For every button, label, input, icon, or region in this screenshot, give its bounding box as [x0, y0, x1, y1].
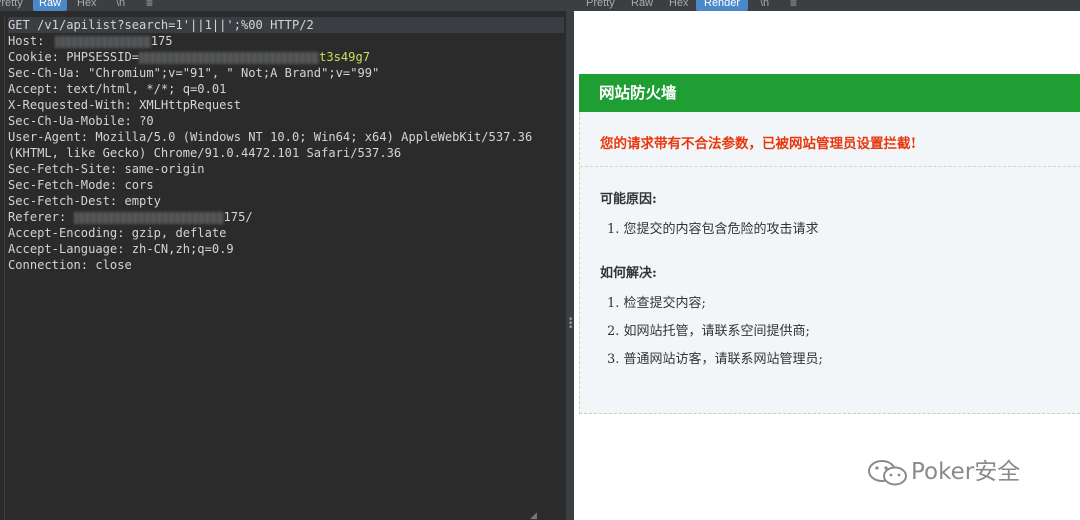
header-value: zh-CN,zh;q=0.9	[131, 242, 234, 256]
header-key: Host:	[8, 34, 52, 48]
header-value: close	[95, 258, 132, 272]
header-value: text/html, */*; q=0.01	[66, 82, 227, 96]
header-key: User-Agent:	[8, 130, 96, 144]
header-key: Sec-Fetch-Dest:	[8, 194, 125, 208]
request-line-text: GET /v1/apilist?search=1'||1||';%00 HTTP…	[8, 18, 314, 32]
newline-toggle-button[interactable]: \n	[754, 0, 775, 11]
header-user-agent[interactable]: User-Agent: Mozilla/5.0 (Windows NT 10.0…	[8, 129, 532, 145]
header-host[interactable]: Host: 175	[8, 33, 173, 49]
header-value: 175	[150, 34, 173, 48]
watermark: Poker安全	[867, 452, 1067, 492]
header-connection[interactable]: Connection: close	[8, 257, 132, 273]
header-cookie[interactable]: Cookie: PHPSESSID= t3s49g7	[8, 49, 370, 65]
menu-icon[interactable]: ≡	[140, 0, 159, 11]
reasons-heading: 可能原因:	[600, 192, 657, 207]
solution-item: 3. 普通网站访客，请联系网站管理员;	[607, 352, 823, 367]
request-panel: Pretty Raw Hex \n ≡ GET /v1/apilist?sear…	[0, 0, 566, 520]
header-key: Sec-Ch-Ua:	[8, 66, 89, 80]
menu-icon[interactable]: ≡	[784, 0, 803, 11]
header-value: "Chromium";v="91", " Not;A Brand";v="99"	[88, 66, 380, 80]
tab-raw[interactable]: Raw	[625, 0, 659, 11]
header-referer[interactable]: Referer: 175/	[8, 209, 253, 225]
solutions-heading: 如何解决:	[600, 266, 657, 281]
header-key: Accept-Language:	[8, 242, 132, 256]
header-user-agent-cont[interactable]: (KHTML, like Gecko) Chrome/91.0.4472.101…	[8, 145, 401, 161]
header-value: 175/	[223, 210, 253, 224]
redacted-block	[139, 51, 320, 64]
header-accept-language[interactable]: Accept-Language: zh-CN,zh;q=0.9	[8, 241, 234, 257]
tab-hex[interactable]: Hex	[71, 0, 103, 11]
header-value: empty	[124, 194, 161, 208]
redacted-block	[54, 35, 151, 48]
tab-pretty[interactable]: Pretty	[0, 0, 29, 11]
header-value: t3s49g7	[319, 50, 371, 64]
tab-hex[interactable]: Hex	[663, 0, 695, 11]
header-key: Sec-Fetch-Site:	[8, 162, 125, 176]
resize-grip-icon[interactable]: ◢	[530, 512, 544, 520]
header-value: (KHTML, like Gecko) Chrome/91.0.4472.101…	[8, 146, 402, 160]
header-key: Connection:	[8, 258, 96, 272]
divider	[580, 166, 1080, 167]
header-value: same-origin	[124, 162, 205, 176]
response-panel: Pretty Raw Hex Render \n ≡ 网站防火墙 您的请求带有不…	[574, 0, 1080, 520]
request-editor[interactable]: GET /v1/apilist?search=1'||1||';%00 HTTP…	[4, 17, 566, 520]
header-key: Sec-Fetch-Mode:	[8, 178, 125, 192]
splitter-grip-icon[interactable]: • • •	[568, 316, 573, 336]
response-tabbar: Pretty Raw Hex Render \n ≡	[574, 0, 1080, 11]
newline-toggle-button[interactable]: \n	[110, 0, 131, 11]
header-value: cors	[124, 178, 154, 192]
reason-item: 1. 您提交的内容包含危险的攻击请求	[607, 222, 819, 237]
waf-alert-text: 您的请求带有不合法参数，已被网站管理员设置拦截!	[600, 136, 917, 152]
header-key: X-Requested-With:	[8, 98, 140, 112]
header-sec-ch-ua[interactable]: Sec-Ch-Ua: "Chromium";v="91", " Not;A Br…	[8, 65, 379, 81]
tab-render[interactable]: Render	[696, 0, 749, 11]
header-key: Sec-Ch-Ua-Mobile:	[8, 114, 140, 128]
header-key: Referer:	[8, 210, 74, 224]
header-key: Accept:	[8, 82, 67, 96]
header-value: gzip, deflate	[131, 226, 227, 240]
header-key: Cookie: PHPSESSID=	[8, 50, 140, 64]
header-sec-ch-ua-mobile[interactable]: Sec-Ch-Ua-Mobile: ?0	[8, 113, 154, 129]
header-value: XMLHttpRequest	[139, 98, 241, 112]
waf-title: 网站防火墙	[579, 74, 1080, 112]
header-sec-fetch-mode[interactable]: Sec-Fetch-Mode: cors	[8, 177, 154, 193]
header-key: Accept-Encoding:	[8, 226, 132, 240]
solution-item: 2. 如网站托管，请联系空间提供商;	[607, 324, 810, 339]
wechat-icon	[868, 460, 907, 486]
header-value: ?0	[139, 114, 154, 128]
solution-item: 1. 检查提交内容;	[607, 296, 706, 311]
tab-raw[interactable]: Raw	[33, 0, 68, 11]
request-tabbar: Pretty Raw Hex \n ≡	[0, 0, 566, 11]
header-accept[interactable]: Accept: text/html, */*; q=0.01	[8, 81, 226, 97]
header-value: Mozilla/5.0 (Windows NT 10.0; Win64; x64…	[95, 130, 533, 144]
redacted-block	[73, 211, 224, 224]
pane-splitter[interactable]: • • •	[566, 0, 574, 520]
waf-message-box: 您的请求带有不合法参数，已被网站管理员设置拦截! 可能原因: 1. 您提交的内容…	[579, 112, 1080, 414]
request-line[interactable]: GET /v1/apilist?search=1'||1||';%00 HTTP…	[8, 17, 564, 33]
header-sec-fetch-dest[interactable]: Sec-Fetch-Dest: empty	[8, 193, 161, 209]
watermark-text: Poker安全	[911, 459, 1021, 485]
header-x-requested-with[interactable]: X-Requested-With: XMLHttpRequest	[8, 97, 241, 113]
header-accept-encoding[interactable]: Accept-Encoding: gzip, deflate	[8, 225, 226, 241]
header-sec-fetch-site[interactable]: Sec-Fetch-Site: same-origin	[8, 161, 205, 177]
tab-pretty[interactable]: Pretty	[580, 0, 621, 11]
